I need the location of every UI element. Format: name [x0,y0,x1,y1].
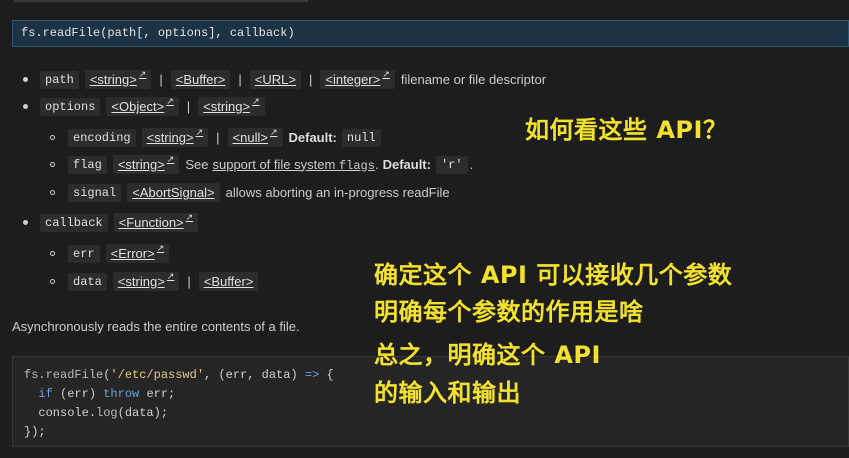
see-text: See [185,157,209,172]
separator: | [308,72,313,87]
param-name: signal [68,183,122,202]
type-link-integer[interactable]: <integer> ↗ [320,69,395,89]
sub-bullet [50,162,55,167]
default-value: null [341,128,381,147]
annotation-line: 确定这个 API 可以接收几个参数 [374,261,733,289]
param-description: allows aborting an in-progress readFile [225,185,450,200]
sub-bullet [50,279,55,284]
type-link-string[interactable]: <string> ↗ [112,154,180,174]
api-signature: fs.readFile(path[, options], callback) [12,20,849,47]
separator: | [186,99,191,114]
separator: | [187,274,191,289]
type-link-null[interactable]: <null> ↗ [227,127,283,147]
type-link-object[interactable]: <Object> ↗ [106,96,179,116]
external-link-icon: ↗ [252,96,260,106]
param-name: err [68,244,100,263]
type-link-string[interactable]: <string> ↗ [84,69,152,89]
description-text: Asynchronously reads the entire contents… [12,319,300,334]
param-signal: signal <AbortSignal> allows aborting an … [68,183,450,202]
annotation-line: 明确每个参数的作用是啥 [374,298,644,326]
param-name: path [40,70,79,89]
bullet [23,104,28,109]
annotation-question: 如何看这些 API？ [525,116,728,144]
separator: | [159,72,163,87]
external-link-icon: ↗ [156,243,165,253]
signature-text: fs.readFile(path[, options], callback) [21,26,295,40]
type-link-error[interactable]: <Error> ↗ [105,243,170,263]
sub-bullet [50,135,55,140]
top-divider [14,0,308,2]
param-path: path <string> ↗ | <Buffer> | <URL> | <int… [40,69,547,89]
external-link-icon: ↗ [195,127,204,137]
external-link-icon: ↗ [166,271,175,281]
param-name: callback [40,213,108,232]
default-value: 'r' [435,155,468,174]
type-link-buffer[interactable]: <Buffer> [198,272,259,291]
sub-bullet [50,190,55,195]
param-options: options <Object> ↗ | <string> ↗ [40,96,265,116]
bullet [23,220,28,225]
external-link-icon: ↗ [166,154,175,164]
external-link-icon: ↗ [382,69,390,79]
type-link-url[interactable]: <URL> [249,70,301,89]
code-line: }); [24,425,46,439]
param-encoding: encoding <string> ↗ | <null> ↗ Default: nu… [68,127,387,147]
param-name: options [40,97,101,116]
param-description: filename or file descriptor [400,72,547,87]
sub-bullet [50,251,55,256]
param-name: encoding [68,128,136,147]
param-callback: callback <Function> ↗ [40,212,199,232]
annotation-line: 总之，明确这个 API [374,341,601,369]
separator: | [238,72,242,87]
separator: | [216,130,220,145]
period: . [469,157,474,172]
default-label: Default: [288,130,337,145]
external-link-icon: ↗ [138,69,147,79]
type-link-buffer[interactable]: <Buffer> [170,70,231,89]
type-link-string[interactable]: <string> ↗ [198,96,265,116]
type-link-abortsignal[interactable]: <AbortSignal> [127,183,220,202]
param-flag: flag <string> ↗ See support of file syste… [68,154,474,174]
file-system-flags-link[interactable]: support of file system flags [212,157,374,173]
period: . [374,157,379,172]
annotation-line: 的输入和输出 [374,379,521,407]
param-data: data <string> ↗ | <Buffer> [68,271,259,291]
default-label: Default: [382,157,431,172]
type-link-string[interactable]: <string> ↗ [141,127,209,147]
external-link-icon: ↗ [185,212,194,222]
bullet [23,77,28,82]
param-err: err <Error> ↗ [68,243,170,263]
external-link-icon: ↗ [166,96,174,106]
param-name: flag [68,155,107,174]
param-name: data [68,272,107,291]
type-link-string[interactable]: <string> ↗ [112,271,180,291]
external-link-icon: ↗ [269,127,278,137]
type-link-function[interactable]: <Function> ↗ [113,212,199,232]
